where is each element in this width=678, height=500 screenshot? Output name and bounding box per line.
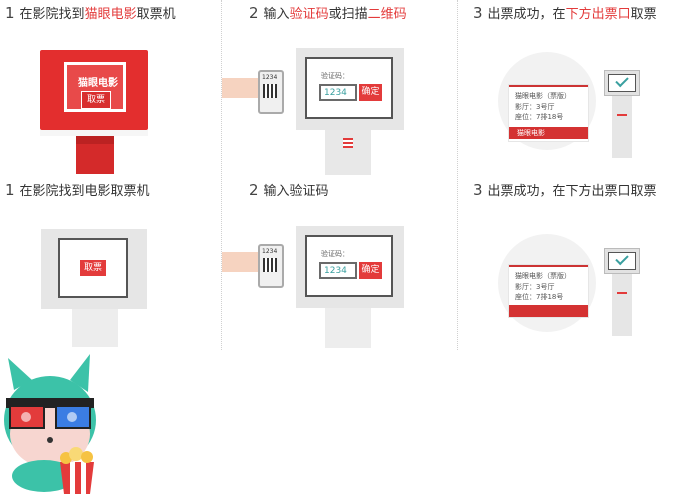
confirm-button[interactable]: 确定 xyxy=(359,84,382,101)
kiosk-base xyxy=(72,309,118,347)
hand-with-phone: 1234 xyxy=(222,62,290,118)
ticket-footer-logo: 猫眼电影 xyxy=(517,129,545,137)
divider xyxy=(457,0,458,350)
ticket-title: 猫眼电影（票版） xyxy=(515,92,571,100)
kiosk-base xyxy=(325,308,371,348)
step-number: 3 xyxy=(473,4,483,22)
confirm-button[interactable]: 确定 xyxy=(359,262,382,279)
ticket-kiosk xyxy=(604,70,640,158)
step-2-heading-alt: 2 输入验证码 xyxy=(249,181,329,199)
qr-code-icon xyxy=(263,258,277,272)
kiosk-screen: 取票 xyxy=(58,238,128,298)
step-number: 2 xyxy=(249,181,259,199)
kiosk-base xyxy=(325,130,371,175)
mascot-graphic xyxy=(4,354,96,494)
ticket-button[interactable]: 取票 xyxy=(80,260,106,276)
qr-code-icon xyxy=(263,84,277,98)
code-label: 验证码： xyxy=(321,250,349,258)
step-number: 3 xyxy=(473,181,483,199)
ticket: 猫眼电影（票版） 影厅：3号厅 座位：7排18号 猫眼电影 xyxy=(508,84,589,142)
kiosk-screen: 验证码： 1234 确定 xyxy=(305,57,393,119)
step-1-heading-alt: 1 在影院找到电影取票机 xyxy=(5,181,150,199)
step-3-heading: 3 出票成功，在下方出票口取票 xyxy=(473,4,657,22)
step-number: 1 xyxy=(5,4,15,22)
maoyan-logo: 猫眼电影 xyxy=(78,78,118,89)
step-number: 1 xyxy=(5,181,15,199)
divider xyxy=(221,0,222,350)
ticket: 猫眼电影（票版） 影厅：3号厅 座位：7排18号 xyxy=(508,264,589,318)
maoyan-kiosk: 猫眼电影 取票 xyxy=(40,50,148,175)
hand-with-phone: 1234 xyxy=(222,236,290,292)
kiosk-screen: 验证码： 1234 确定 xyxy=(305,235,393,297)
step-1-heading: 1 在影院找到猫眼电影取票机 xyxy=(5,4,176,22)
ticket-kiosk xyxy=(604,248,640,336)
verification-code-input[interactable]: 1234 xyxy=(319,262,357,279)
code-label: 验证码： xyxy=(321,72,349,80)
step-number: 2 xyxy=(249,4,259,22)
step-3-heading-alt: 3 出票成功，在下方出票口取票 xyxy=(473,181,657,199)
step-2-heading: 2 输入验证码或扫描二维码 xyxy=(249,4,407,22)
verification-code-input[interactable]: 1234 xyxy=(319,84,357,101)
qr-scanner-icon xyxy=(343,138,353,148)
mascot-illustration xyxy=(0,350,100,495)
ticket-title: 猫眼电影（票版） xyxy=(515,272,571,280)
ticket-button[interactable]: 取票 xyxy=(81,91,111,109)
